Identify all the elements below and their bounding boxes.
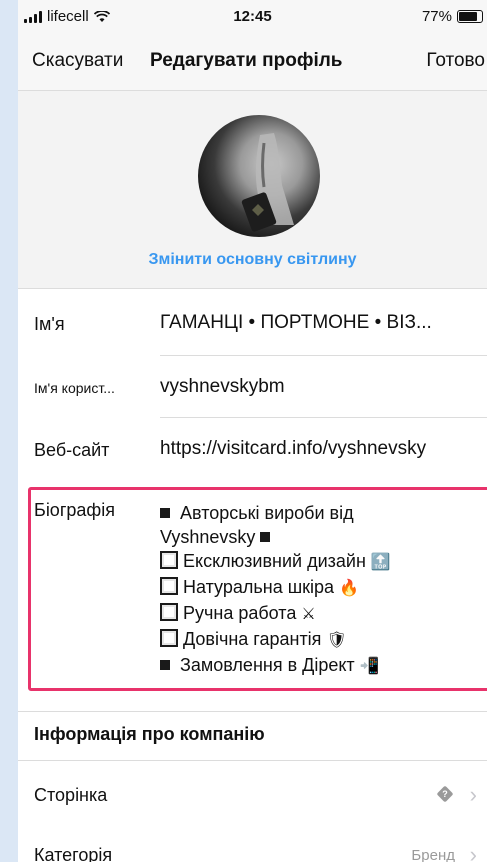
category-label: Категорія [34, 845, 113, 862]
bio-line: Vyshnevsky [160, 525, 391, 549]
company-section-header: Інформація про компанію [18, 711, 487, 761]
bio-line: Ручна работа ⚔ [160, 601, 391, 627]
username-field[interactable]: vyshnevskybm [160, 376, 285, 398]
shield-icon: 🛡 [326, 632, 347, 649]
crossed-swords-icon: ⚔ [301, 606, 316, 623]
navigation-bar: Скасувати Редагувати профіль Готово [18, 36, 487, 91]
category-value: Бренд [411, 847, 455, 862]
chevron-right-icon: › [469, 842, 477, 862]
phone-screen: lifecell 12:45 77% Скасувати Редагувати … [18, 0, 487, 862]
bio-line: Авторські вироби від [160, 501, 391, 525]
white-square-icon [160, 551, 178, 569]
white-square-icon [160, 629, 178, 647]
bio-line: Ексклюзивний дизайн 🔝 [160, 549, 391, 575]
fire-icon: 🔥 [339, 580, 359, 597]
website-row: Веб-сайт https://visitcard.info/vyshnevs… [18, 418, 487, 480]
question-icon: ? [436, 785, 454, 803]
black-square-icon [260, 532, 271, 542]
phone-arrow-icon: 📲 [359, 658, 380, 675]
section-title: Інформація про компанію [34, 724, 265, 744]
page-label: Сторінка [34, 785, 108, 805]
black-square-icon [160, 508, 170, 518]
bio-label: Біографія [34, 500, 115, 520]
white-square-icon [160, 577, 178, 595]
bio-field[interactable]: Авторські вироби від Vyshnevsky Ексклюзи… [160, 501, 391, 679]
black-square-icon [160, 660, 170, 670]
profile-photo-section: Змінити основну світлину [18, 91, 487, 289]
bio-line: Замовлення в Дірект 📲 [160, 653, 391, 679]
top-arrow-icon: 🔝 [370, 554, 391, 571]
avatar[interactable] [198, 115, 320, 237]
status-bar: lifecell 12:45 77% [18, 0, 487, 36]
done-button[interactable]: Готово [426, 50, 485, 72]
username-row: Ім'я корист... vyshnevskybm [18, 356, 487, 418]
change-photo-link[interactable]: Змінити основну світлину [18, 251, 487, 269]
website-field[interactable]: https://visitcard.info/vyshnevsky [160, 438, 426, 460]
battery-percent: 77% [421, 8, 452, 25]
avatar-photo-icon [241, 133, 294, 232]
cancel-button[interactable]: Скасувати [32, 50, 123, 72]
website-label: Веб-сайт [34, 440, 110, 460]
category-row[interactable]: Категорія Бренд › [18, 830, 487, 862]
bio-line: Натуральна шкіра 🔥 [160, 575, 391, 601]
battery-info: 77% [422, 8, 483, 25]
bio-line: Довічна гарантія 🛡 [160, 627, 391, 653]
battery-icon [457, 10, 483, 23]
username-label: Ім'я корист... [34, 380, 115, 396]
chevron-right-icon: › [469, 782, 477, 807]
page-row[interactable]: Сторінка ? › [18, 770, 487, 822]
name-label: Ім'я [34, 314, 65, 334]
clock: 12:45 [233, 8, 272, 25]
name-field[interactable]: ГАМАНЦІ • ПОРТМОНЕ • ВІЗ... [160, 312, 432, 334]
name-row: Ім'я ГАМАНЦІ • ПОРТМОНЕ • ВІЗ... [18, 290, 487, 356]
white-square-icon [160, 603, 178, 621]
page-title: Редагувати профіль [150, 50, 343, 71]
